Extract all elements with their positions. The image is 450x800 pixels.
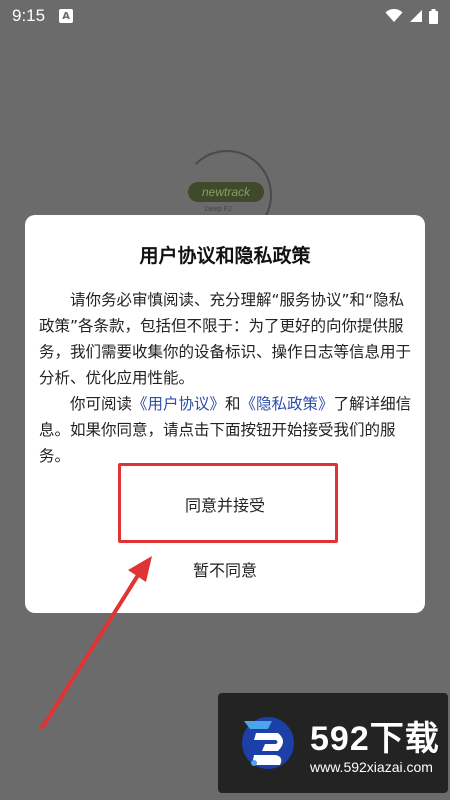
paragraph-2-prefix: 你可阅读 (70, 395, 133, 413)
status-bar: 9:15 A (0, 0, 450, 32)
wifi-icon (385, 9, 403, 22)
a-icon: A (59, 9, 74, 23)
dialog-paragraph-1: 请你务必审慎阅读、充分理解“服务协议”和“隐私政策”各条款，包括但不限于：为了更… (39, 291, 412, 387)
accept-button[interactable]: 同意并接受 (25, 480, 425, 532)
splash-logo: newtrack (188, 182, 264, 202)
privacy-policy-link[interactable]: 《隐私政策》 (241, 395, 334, 413)
watermark-url: www.592xiazai.com (310, 759, 433, 775)
signal-icon (410, 10, 422, 22)
status-icons (385, 8, 438, 24)
dialog-title: 用户协议和隐私政策 (139, 245, 311, 267)
splash-subtitle: Deep F2 (205, 206, 232, 213)
paragraph-2-and: 和 (225, 395, 241, 413)
watermark: 592下载 www.592xiazai.com (218, 693, 448, 793)
battery-icon (429, 8, 438, 24)
watermark-logo-icon (242, 717, 294, 769)
decline-button[interactable]: 暂不同意 (25, 551, 425, 591)
dialog-paragraph-2: 你可阅读《用户协议》和《隐私政策》了解详细信息。如果你同意，请点击下面按钮开始接… (39, 391, 413, 469)
user-agreement-link[interactable]: 《用户协议》 (132, 395, 225, 413)
watermark-title: 592下载 (310, 720, 440, 758)
privacy-dialog: 用户协议和隐私政策 请你务必审慎阅读、充分理解“服务协议”和“隐私政策”各条款，… (25, 215, 425, 613)
status-time: 9:15 (12, 6, 46, 25)
dialog-body: 请你务必审慎阅读、充分理解“服务协议”和“隐私政策”各条款，包括但不限于：为了更… (39, 287, 413, 469)
